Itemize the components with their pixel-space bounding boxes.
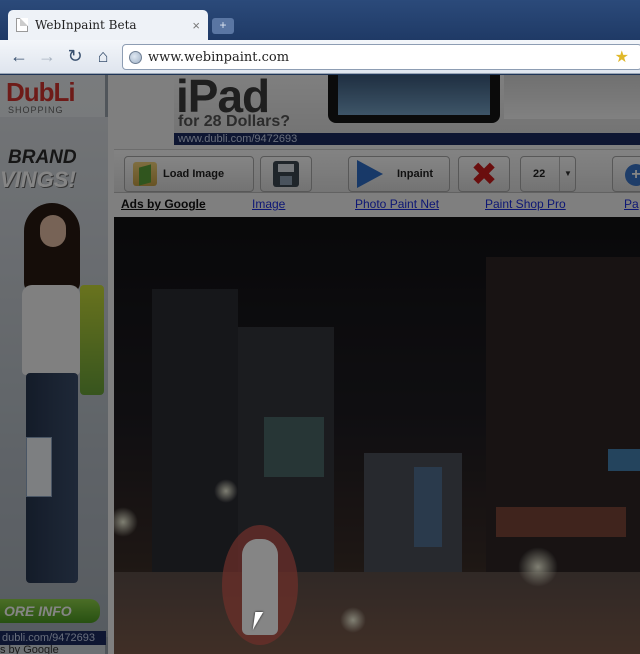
forward-icon[interactable]: → xyxy=(34,44,60,70)
address-bar[interactable]: www.webinpaint.com ★ xyxy=(122,44,640,70)
tab-close-icon[interactable]: × xyxy=(192,18,200,33)
modal-dim-overlay[interactable] xyxy=(0,75,640,654)
reload-icon[interactable]: ↻ xyxy=(62,44,88,70)
page-viewport: DubLi SHOPPING BRAND VINGS! ORE INFO dub… xyxy=(0,75,640,654)
back-icon[interactable]: ← xyxy=(6,44,32,70)
url-text[interactable]: www.webinpaint.com xyxy=(148,50,615,65)
bookmark-star-icon[interactable]: ★ xyxy=(615,47,629,67)
browser-tab[interactable]: WebInpaint Beta × xyxy=(8,10,208,40)
home-icon[interactable]: ⌂ xyxy=(90,44,116,70)
browser-toolbar: ← → ↻ ⌂ www.webinpaint.com ★ xyxy=(0,40,640,74)
page-icon xyxy=(16,18,28,32)
new-tab-button[interactable]: + xyxy=(212,18,234,34)
globe-icon xyxy=(129,50,142,64)
browser-tab-bar: WebInpaint Beta × + xyxy=(0,0,640,40)
tab-title: WebInpaint Beta xyxy=(35,18,137,32)
